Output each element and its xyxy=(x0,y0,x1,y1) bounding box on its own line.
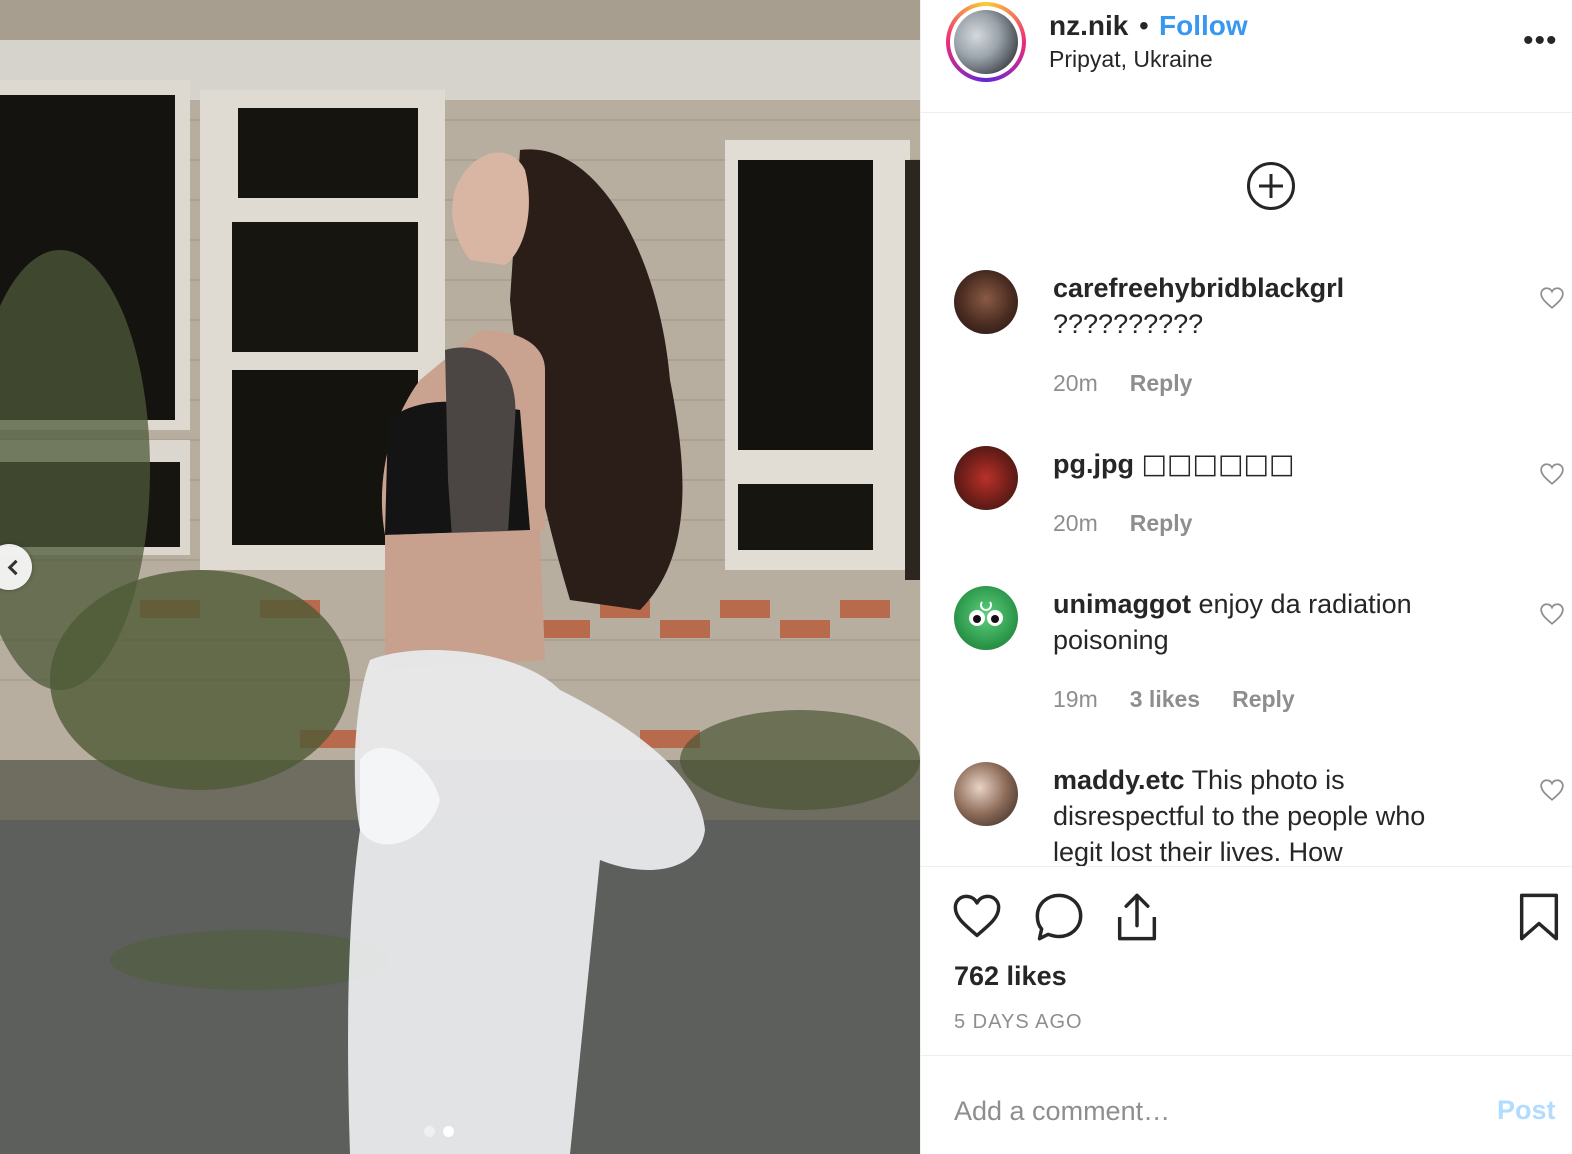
commenter-avatar[interactable] xyxy=(954,762,1018,826)
follow-button[interactable]: Follow xyxy=(1159,10,1248,42)
comments-list[interactable]: carefreehybridblackgrl ?????????? 20m Re… xyxy=(921,114,1572,866)
chevron-left-icon xyxy=(7,559,23,575)
likes-count[interactable]: 762 likes xyxy=(954,961,1067,992)
heart-icon[interactable] xyxy=(1539,462,1565,486)
comment-content: ?????????? xyxy=(1053,309,1204,339)
post-photo[interactable] xyxy=(0,0,920,1154)
comment-text: unimaggot enjoy da radiation poisoning xyxy=(1053,586,1473,658)
comment-username[interactable]: maddy.etc xyxy=(1053,765,1185,795)
photo-illustration xyxy=(0,0,920,1154)
comment-username[interactable]: unimaggot xyxy=(1053,589,1191,619)
commenter-avatar[interactable] xyxy=(954,446,1018,510)
comment-username[interactable]: carefreehybridblackgrl xyxy=(1053,273,1344,303)
author-username[interactable]: nz.nik xyxy=(1049,10,1128,42)
separator-dot: • xyxy=(1139,10,1149,41)
reply-button[interactable]: Reply xyxy=(1232,686,1295,713)
comment-time[interactable]: 20m xyxy=(1053,510,1098,537)
post-details-panel: nz.nik • Follow Pripyat, Ukraine ••• car… xyxy=(920,0,1572,1154)
commenter-avatar[interactable] xyxy=(954,270,1018,334)
comment-meta: 20m Reply xyxy=(1053,510,1192,537)
post-location[interactable]: Pripyat, Ukraine xyxy=(1049,46,1213,73)
post-actions: 762 likes 5 DAYS AGO xyxy=(921,866,1572,1056)
comment-meta: 20m Reply xyxy=(1053,370,1192,397)
heart-icon[interactable] xyxy=(1539,602,1565,626)
share-icon[interactable] xyxy=(1111,891,1163,943)
comment-time[interactable]: 19m xyxy=(1053,686,1098,713)
comment-likes[interactable]: 3 likes xyxy=(1130,686,1200,713)
bookmark-icon[interactable] xyxy=(1513,891,1565,943)
comment-icon[interactable] xyxy=(1033,891,1085,943)
post-comment-button[interactable]: Post xyxy=(1497,1095,1556,1126)
post-timestamp: 5 DAYS AGO xyxy=(954,1011,1083,1033)
comment-meta: 19m 3 likes Reply xyxy=(1053,686,1295,713)
carousel-dot xyxy=(424,1126,435,1137)
alien-face-icon xyxy=(969,601,1003,626)
carousel-dot-active xyxy=(443,1126,454,1137)
comment-content: □□□□□□ xyxy=(1141,449,1295,480)
heart-icon[interactable] xyxy=(1539,286,1565,310)
plus-circle-icon[interactable] xyxy=(1247,162,1295,210)
comment-input[interactable] xyxy=(954,1091,1474,1131)
post-header: nz.nik • Follow Pripyat, Ukraine ••• xyxy=(921,0,1572,113)
heart-icon[interactable] xyxy=(1539,778,1565,802)
comment-text: pg.jpg □□□□□□ xyxy=(1053,446,1473,483)
comment-text: maddy.etc This photo is disrespectful to… xyxy=(1053,762,1473,866)
commenter-avatar[interactable] xyxy=(954,586,1018,650)
reply-button[interactable]: Reply xyxy=(1130,510,1193,537)
more-icon[interactable]: ••• xyxy=(1523,26,1558,56)
author-avatar[interactable] xyxy=(946,2,1026,82)
comment-username[interactable]: pg.jpg xyxy=(1053,449,1134,479)
heart-icon[interactable] xyxy=(951,891,1003,943)
comment-text: carefreehybridblackgrl ?????????? xyxy=(1053,270,1473,342)
add-comment-bar: Post xyxy=(921,1057,1572,1154)
comment-time[interactable]: 20m xyxy=(1053,370,1098,397)
carousel-indicator xyxy=(424,1126,454,1137)
reply-button[interactable]: Reply xyxy=(1130,370,1193,397)
